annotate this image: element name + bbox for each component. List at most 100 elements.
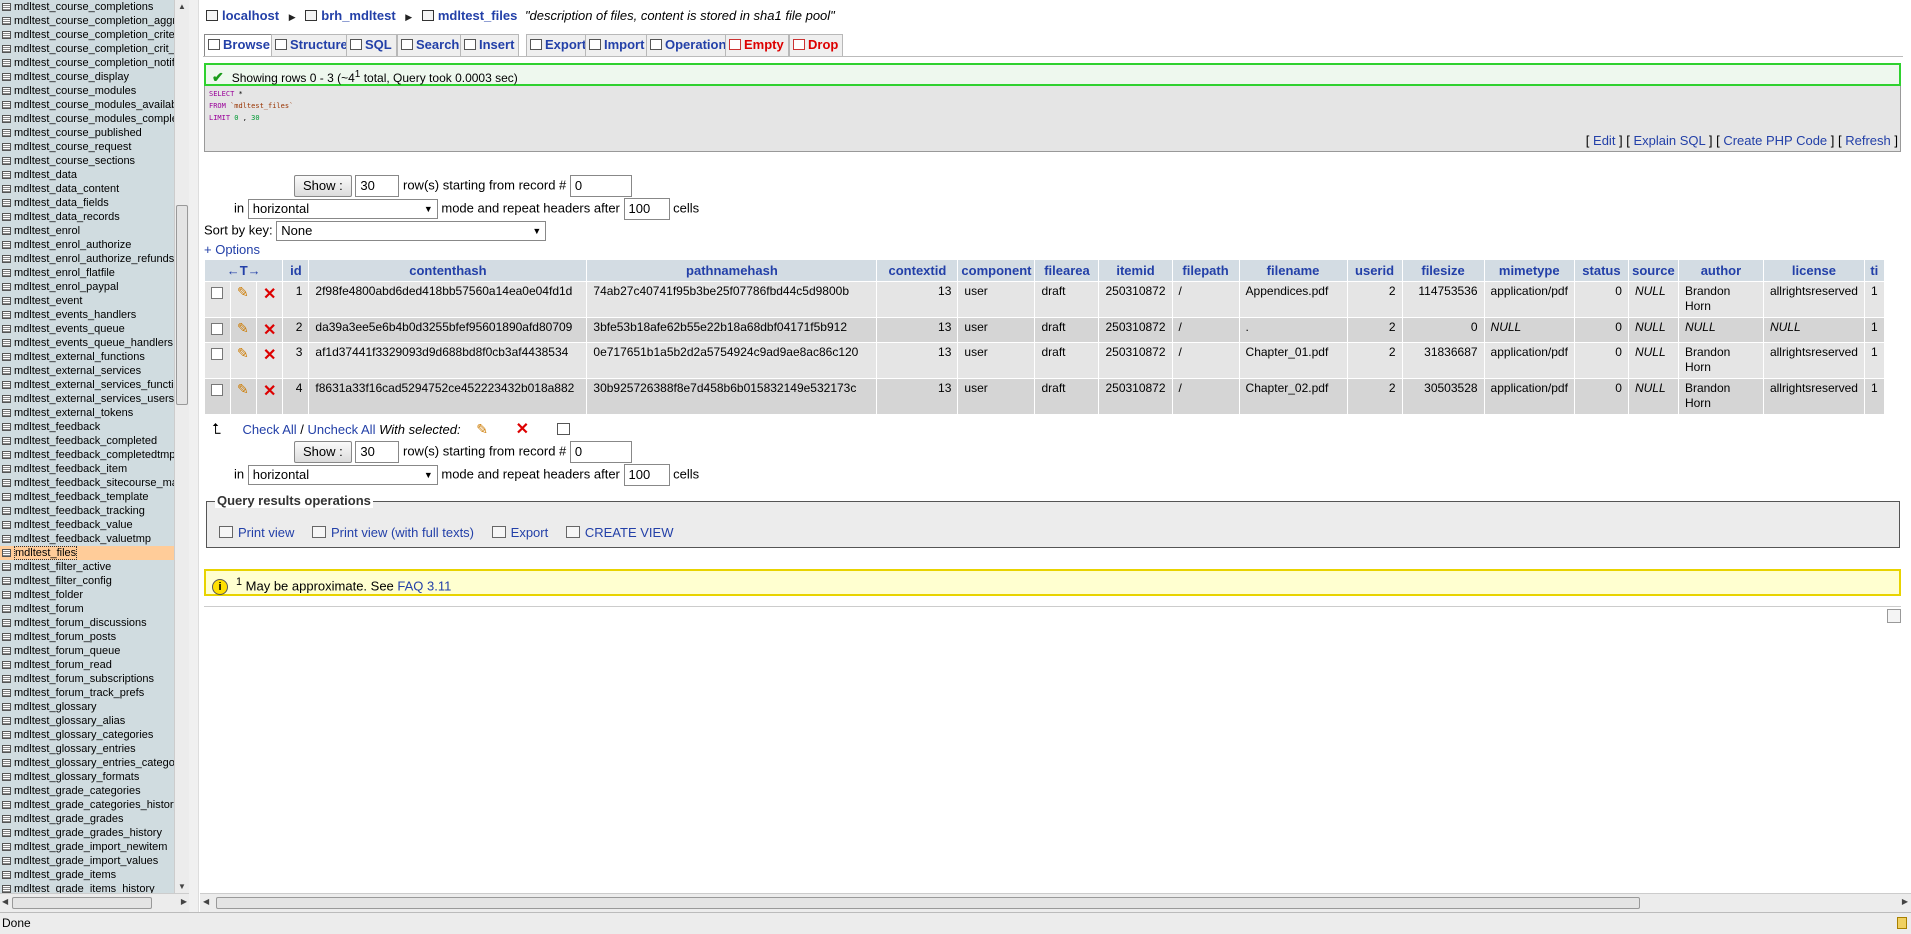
table-icon[interactable] (2, 311, 11, 319)
edit-row-icon[interactable]: ✎ (237, 381, 249, 397)
sidebar-table-item[interactable]: mdltest_feedback_tracking (0, 504, 174, 518)
sidebar-table-label[interactable]: mdltest_forum_discussions (14, 617, 147, 629)
sidebar-table-item[interactable]: mdltest_course_completion_crit_c (0, 42, 174, 56)
sidebar-table-label[interactable]: mdltest_grade_grades_history (14, 827, 162, 839)
sidebar-table-label[interactable]: mdltest_course_completion_crite (14, 29, 174, 41)
sidebar-table-label[interactable]: mdltest_forum_track_prefs (14, 687, 144, 699)
sidebar-table-item[interactable]: mdltest_grade_grades (0, 812, 174, 826)
table-icon[interactable] (2, 409, 11, 417)
sidebar-table-item[interactable]: mdltest_forum_queue (0, 644, 174, 658)
tab-structure[interactable]: Structure (271, 34, 353, 56)
table-icon[interactable] (2, 101, 11, 109)
uncheck-all-link[interactable]: Uncheck All (308, 422, 376, 437)
main-horizontal-scrollbar[interactable]: ◀ ▶ (200, 893, 1911, 912)
sidebar-table-item[interactable]: mdltest_glossary_alias (0, 714, 174, 728)
delete-row-icon[interactable]: ✕ (263, 286, 276, 303)
sidebar-table-item[interactable]: mdltest_course_modules (0, 84, 174, 98)
sidebar-table-item[interactable]: mdltest_feedback_value (0, 518, 174, 532)
sidebar-table-label[interactable]: mdltest_glossary (14, 701, 97, 713)
sidebar-table-item[interactable]: mdltest_filter_config (0, 574, 174, 588)
column-header-contextid[interactable]: contextid (877, 260, 958, 281)
nav-scroll-thumb[interactable] (176, 205, 188, 405)
mode-select[interactable]: horizontal ▼ (247, 199, 438, 219)
sidebar-table-label[interactable]: mdltest_feedback_completedtmp (14, 449, 174, 461)
sidebar-table-label[interactable]: mdltest_folder (14, 589, 83, 601)
sidebar-table-label[interactable]: mdltest_course_completion_notify (14, 57, 174, 69)
table-icon[interactable] (2, 689, 11, 697)
table-icon[interactable] (2, 339, 11, 347)
sidebar-table-item[interactable]: mdltest_course_completion_crite (0, 28, 174, 42)
export-selected-icon[interactable] (556, 423, 570, 435)
table-icon[interactable] (2, 283, 11, 291)
sidebar-table-item[interactable]: mdltest_course_completion_notify (0, 56, 174, 70)
sidebar-table-label[interactable]: mdltest_course_request (14, 141, 131, 153)
table-icon[interactable] (2, 241, 11, 249)
table-icon[interactable] (2, 143, 11, 151)
table-icon[interactable] (2, 843, 11, 851)
sidebar-table-label[interactable]: mdltest_enrol_flatfile (14, 267, 115, 279)
row-checkbox[interactable] (211, 323, 223, 335)
table-icon[interactable] (2, 423, 11, 431)
sidebar-table-item[interactable]: mdltest_enrol_authorize_refunds (0, 252, 174, 266)
table-icon[interactable] (2, 661, 11, 669)
sidebar-table-item[interactable]: mdltest_external_tokens (0, 406, 174, 420)
tab-import[interactable]: Import (585, 34, 650, 56)
table-icon[interactable] (2, 297, 11, 305)
sidebar-table-item[interactable]: mdltest_glossary_formats (0, 770, 174, 784)
print-view-link[interactable]: Print view (238, 525, 294, 540)
sidebar-table-item[interactable]: mdltest_grade_items (0, 868, 174, 882)
sidebar-table-item[interactable]: mdltest_feedback_sitecourse_ma (0, 476, 174, 490)
start-record-input-bottom[interactable]: 0 (569, 441, 632, 463)
sidebar-table-label[interactable]: mdltest_glossary_entries (14, 743, 136, 755)
table-icon[interactable] (2, 325, 11, 333)
table-icon[interactable] (2, 353, 11, 361)
sidebar-table-item[interactable]: mdltest_external_services_users (0, 392, 174, 406)
table-icon[interactable] (2, 675, 11, 683)
table-icon[interactable] (2, 59, 11, 67)
edit-row-icon[interactable]: ✎ (237, 345, 249, 361)
column-header-filename[interactable]: filename (1239, 260, 1347, 281)
column-header-filesize[interactable]: filesize (1402, 260, 1484, 281)
sidebar-table-label[interactable]: mdltest_external_services (14, 365, 141, 377)
column-header-id[interactable]: id (283, 260, 309, 281)
breadcrumb-server-link[interactable]: localhost (222, 8, 279, 23)
show-button-bottom[interactable]: Show : (294, 441, 352, 463)
row-checkbox[interactable] (211, 287, 223, 299)
sidebar-table-label[interactable]: mdltest_course_modules (14, 85, 136, 97)
sidebar-table-label[interactable]: mdltest_feedback_value (14, 519, 133, 531)
sidebar-table-item[interactable]: mdltest_course_sections (0, 154, 174, 168)
sidebar-table-label[interactable]: mdltest_data_content (14, 183, 119, 195)
sidebar-table-item[interactable]: mdltest_grade_import_values (0, 854, 174, 868)
sidebar-table-item[interactable]: mdltest_course_modules_availab (0, 98, 174, 112)
column-header-status[interactable]: status (1574, 260, 1628, 281)
table-icon[interactable] (2, 451, 11, 459)
sidebar-table-label[interactable]: mdltest_data_records (14, 211, 120, 223)
sidebar-table-label[interactable]: mdltest_external_services_users (14, 393, 174, 405)
row-checkbox[interactable] (211, 348, 223, 360)
table-icon[interactable] (2, 479, 11, 487)
delete-row-icon[interactable]: ✕ (263, 347, 276, 364)
sidebar-table-item[interactable]: mdltest_forum_posts (0, 630, 174, 644)
sidebar-table-label[interactable]: mdltest_grade_categories_history (14, 799, 174, 811)
tab-search[interactable]: Search (397, 34, 465, 56)
nav-hscroll-thumb[interactable] (12, 897, 152, 909)
create-view-link[interactable]: CREATE VIEW (585, 525, 674, 540)
start-record-input[interactable]: 0 (569, 175, 632, 197)
sidebar-table-item[interactable]: mdltest_feedback (0, 420, 174, 434)
sidebar-table-item[interactable]: mdltest_course_published (0, 126, 174, 140)
table-icon[interactable] (2, 605, 11, 613)
breadcrumb-database-link[interactable]: brh_mdltest (321, 8, 395, 23)
sidebar-table-item[interactable]: mdltest_external_services (0, 364, 174, 378)
table-icon[interactable] (2, 87, 11, 95)
sidebar-table-label[interactable]: mdltest_files (14, 546, 78, 560)
table-icon[interactable] (2, 549, 11, 557)
table-icon[interactable] (2, 493, 11, 501)
table-icon[interactable] (2, 801, 11, 809)
column-header-license[interactable]: license (1763, 260, 1864, 281)
table-icon[interactable] (2, 437, 11, 445)
sidebar-table-item[interactable]: mdltest_events_queue_handlers (0, 336, 174, 350)
table-icon[interactable] (2, 745, 11, 753)
scroll-up-arrow-icon[interactable]: ▲ (178, 2, 186, 11)
delete-selected-icon[interactable]: ✕ (516, 421, 529, 438)
table-icon[interactable] (2, 199, 11, 207)
